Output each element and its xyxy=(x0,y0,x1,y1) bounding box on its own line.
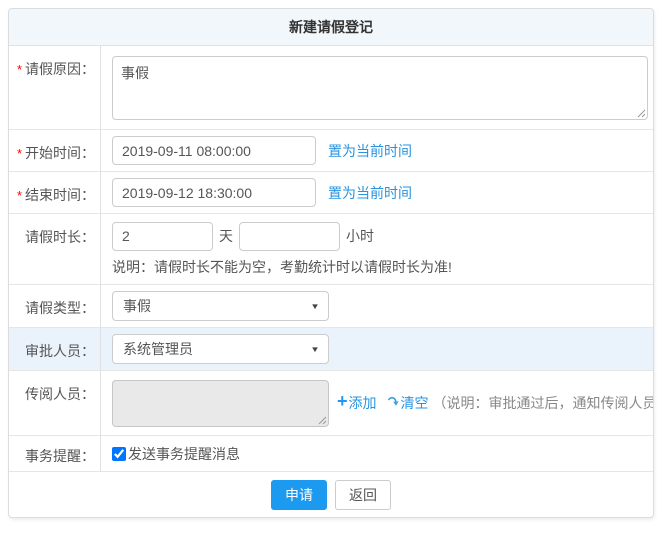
add-cc-link[interactable]: +添加 xyxy=(337,393,377,413)
resize-handle-icon[interactable] xyxy=(317,415,327,425)
leave-type-select[interactable]: 事假 ▼ xyxy=(112,291,329,321)
set-current-time-link-start[interactable]: 置为当前时间 xyxy=(328,141,412,161)
leave-reason-textarea[interactable]: 事假 xyxy=(112,56,648,120)
back-button[interactable]: 返回 xyxy=(335,480,391,510)
clear-cc-link[interactable]: 清空 xyxy=(387,393,429,413)
send-reminder-checkbox-label: 发送事务提醒消息 xyxy=(128,444,240,464)
row-leave-type: 请假类型： 事假 ▼ xyxy=(9,285,653,328)
form-button-row: 申请 返回 xyxy=(9,472,653,517)
form-title: 新建请假登记 xyxy=(9,9,653,46)
approver-select[interactable]: 系统管理员 ▼ xyxy=(112,334,329,364)
cc-note: （说明：审批通过后，通知传阅人员。） xyxy=(433,393,654,413)
row-task-reminder: 事务提醒： 发送事务提醒消息 xyxy=(9,436,653,472)
resize-handle-icon[interactable] xyxy=(636,108,646,118)
row-leave-duration: 请假时长： 天 小时 说明：请假时长不能为空，考勤统计时以请假时长为准! xyxy=(9,214,653,285)
end-time-input[interactable] xyxy=(112,178,316,207)
set-current-time-link-end[interactable]: 置为当前时间 xyxy=(328,183,412,203)
send-reminder-checkbox[interactable] xyxy=(112,447,126,461)
duration-note: 说明：请假时长不能为空，考勤统计时以请假时长为准! xyxy=(112,257,452,277)
leave-reason-label: *请假原因： xyxy=(9,46,101,129)
leave-duration-label: 请假时长： xyxy=(9,214,101,284)
task-reminder-label: 事务提醒： xyxy=(9,436,101,471)
row-end-time: *结束时间： 置为当前时间 xyxy=(9,172,653,214)
start-time-input[interactable] xyxy=(112,136,316,165)
approver-label: 审批人员： xyxy=(9,328,101,370)
approver-selected-value: 系统管理员 xyxy=(123,339,193,359)
cc-personnel-textarea xyxy=(112,380,329,427)
chevron-down-icon: ▼ xyxy=(310,345,320,354)
clear-arrow-icon xyxy=(387,395,400,408)
chevron-down-icon: ▼ xyxy=(310,302,320,311)
duration-days-input[interactable] xyxy=(112,222,213,251)
cc-personnel-label: 传阅人员： xyxy=(9,371,101,435)
row-approver: 审批人员： 系统管理员 ▼ xyxy=(9,328,653,371)
leave-type-selected-value: 事假 xyxy=(123,296,151,316)
submit-button[interactable]: 申请 xyxy=(271,480,327,510)
plus-icon: + xyxy=(337,392,348,410)
required-asterisk-icon: * xyxy=(17,188,22,203)
row-leave-reason: *请假原因： 事假 xyxy=(9,46,653,130)
duration-hours-input[interactable] xyxy=(239,222,340,251)
days-unit-label: 天 xyxy=(219,226,233,246)
required-asterisk-icon: * xyxy=(17,62,22,77)
leave-type-label: 请假类型： xyxy=(9,285,101,327)
start-time-label: *开始时间： xyxy=(9,130,101,171)
leave-request-form-card: 新建请假登记 *请假原因： 事假 *开始时间： 置为当前时间 *结束时间： 置为… xyxy=(8,8,654,518)
end-time-label: *结束时间： xyxy=(9,172,101,213)
required-asterisk-icon: * xyxy=(17,146,22,161)
hours-unit-label: 小时 xyxy=(346,226,374,246)
row-start-time: *开始时间： 置为当前时间 xyxy=(9,130,653,172)
row-cc-personnel: 传阅人员： +添加 清空 （说明：审批通过后，通知传阅人员。） xyxy=(9,371,653,436)
